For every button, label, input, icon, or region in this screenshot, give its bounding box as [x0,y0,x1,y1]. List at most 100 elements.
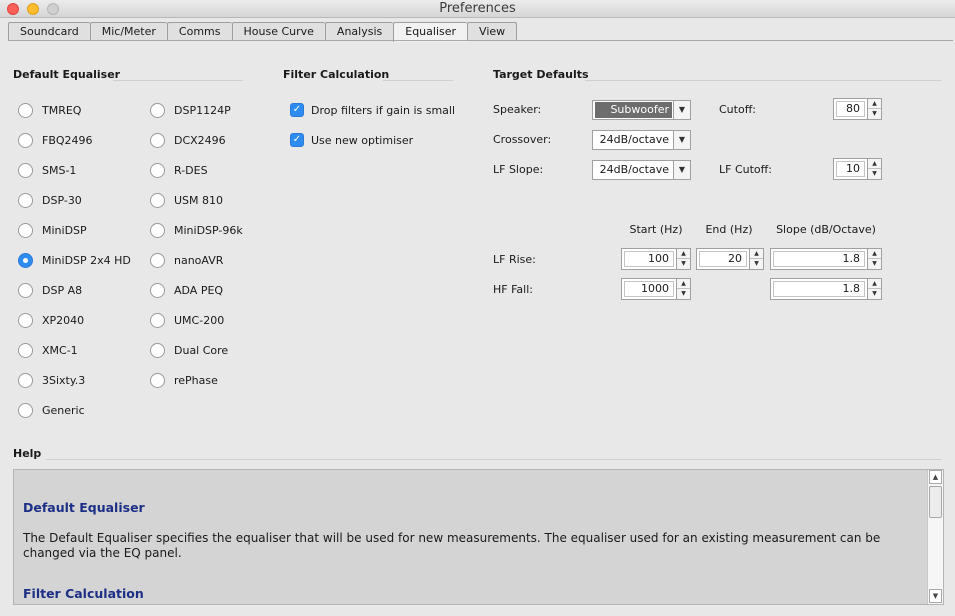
lf-cutoff-field[interactable]: 10 [836,161,865,177]
default-equaliser-title: Default Equaliser [13,68,121,81]
use-optimiser-checkbox[interactable]: ✓ [290,133,304,147]
radio-button[interactable] [18,402,33,418]
crossover-select[interactable]: 24dB/octave ▼ [592,130,691,150]
radio-button[interactable] [150,132,165,148]
radio-button[interactable] [18,252,33,268]
equaliser-option-rephase[interactable]: rePhase [150,371,218,389]
tab-view[interactable]: View [467,22,518,41]
help-panel: Default Equaliser The Default Equaliser … [13,469,944,605]
scroll-up-icon[interactable]: ▲ [929,470,942,484]
scroll-thumb[interactable] [929,486,942,518]
target-defaults-separator [585,80,942,81]
radio-button[interactable] [150,102,165,118]
radio-button[interactable] [18,342,33,358]
radio-button[interactable] [18,162,33,178]
radio-button[interactable] [18,192,33,208]
chevron-down-icon[interactable]: ▼ [673,101,690,119]
lf-cutoff-spinner[interactable]: 10 ▲ ▼ [833,158,882,180]
equaliser-option-dsp-30[interactable]: DSP-30 [18,191,82,209]
radio-button[interactable] [18,282,33,298]
equaliser-option-xmc-1[interactable]: XMC-1 [18,341,78,359]
radio-button[interactable] [150,252,165,268]
radio-button[interactable] [150,192,165,208]
tab-comms[interactable]: Comms [166,22,232,41]
drop-filters-checkbox[interactable]: ✓ [290,103,304,117]
chevron-down-icon[interactable]: ▼ [673,131,690,149]
increment-icon[interactable]: ▲ [677,249,690,259]
increment-icon[interactable]: ▲ [868,279,881,289]
decrement-icon[interactable]: ▼ [868,259,881,269]
hf-fall-slope-field[interactable]: 1.8 [773,281,865,297]
decrement-icon[interactable]: ▼ [677,289,690,299]
increment-icon[interactable]: ▲ [868,99,881,109]
help-scrollbar[interactable]: ▲ ▼ [927,470,943,604]
radio-button[interactable] [150,312,165,328]
increment-icon[interactable]: ▲ [868,249,881,259]
radio-button[interactable] [150,372,165,388]
equaliser-option-dual-core[interactable]: Dual Core [150,341,228,359]
equaliser-option-label: DSP A8 [42,283,83,297]
tab-equaliser[interactable]: Equaliser [393,22,468,42]
target-defaults-title: Target Defaults [493,68,589,81]
lf-rise-slope-field[interactable]: 1.8 [773,251,865,267]
equaliser-option-generic[interactable]: Generic [18,401,85,419]
decrement-icon[interactable]: ▼ [868,109,881,119]
radio-button[interactable] [18,132,33,148]
equaliser-option-usm-810[interactable]: USM 810 [150,191,223,209]
radio-button[interactable] [18,312,33,328]
decrement-icon[interactable]: ▼ [868,289,881,299]
speaker-select[interactable]: Subwoofer ▼ [592,100,691,120]
radio-button[interactable] [18,102,33,118]
radio-button[interactable] [150,162,165,178]
drop-filters-option[interactable]: ✓ Drop filters if gain is small [290,101,455,119]
decrement-icon[interactable]: ▼ [868,169,881,179]
equaliser-option-minidsp-96k[interactable]: MiniDSP-96k [150,221,243,239]
increment-icon[interactable]: ▲ [677,279,690,289]
lf-rise-start-field[interactable]: 100 [624,251,674,267]
hf-fall-start-spinner[interactable]: 1000 ▲ ▼ [621,278,691,300]
drop-filters-label: Drop filters if gain is small [311,103,456,117]
tab-soundcard[interactable]: Soundcard [8,22,90,41]
lf-rise-start-spinner[interactable]: 100 ▲ ▼ [621,248,691,270]
lf-slope-select[interactable]: 24dB/octave ▼ [592,160,691,180]
cutoff-spinner[interactable]: 80 ▲ ▼ [833,98,882,120]
equaliser-option-tmreq[interactable]: TMREQ [18,101,81,119]
hf-fall-slope-spinner[interactable]: 1.8 ▲ ▼ [770,278,882,300]
end-hz-header: End (Hz) [705,223,753,236]
equaliser-option-dsp1124p[interactable]: DSP1124P [150,101,231,119]
equaliser-option-umc-200[interactable]: UMC-200 [150,311,224,329]
radio-button[interactable] [150,342,165,358]
scroll-down-icon[interactable]: ▼ [929,589,942,603]
chevron-down-icon[interactable]: ▼ [673,161,690,179]
equaliser-option-minidsp[interactable]: MiniDSP [18,221,87,239]
equaliser-option-label: TMREQ [42,103,82,117]
equaliser-option-r-des[interactable]: R-DES [150,161,208,179]
equaliser-option-ada-peq[interactable]: ADA PEQ [150,281,223,299]
equaliser-option-minidsp-2x4-hd[interactable]: MiniDSP 2x4 HD [18,251,131,269]
tab-analysis[interactable]: Analysis [324,22,394,41]
tab-house-curve[interactable]: House Curve [231,22,325,41]
radio-button[interactable] [150,222,165,238]
lf-rise-end-spinner[interactable]: 20 ▲ ▼ [696,248,764,270]
increment-icon[interactable]: ▲ [868,159,881,169]
tab-mic-meter[interactable]: Mic/Meter [89,22,167,41]
radio-button[interactable] [18,222,33,238]
hf-fall-start-field[interactable]: 1000 [624,281,674,297]
equaliser-option-dsp-a8[interactable]: DSP A8 [18,281,82,299]
lf-rise-slope-spinner[interactable]: 1.8 ▲ ▼ [770,248,882,270]
equaliser-option-xp2040[interactable]: XP2040 [18,311,84,329]
equaliser-option-label: nanoAVR [174,253,224,267]
decrement-icon[interactable]: ▼ [750,259,763,269]
cutoff-field[interactable]: 80 [836,101,865,117]
equaliser-option-fbq2496[interactable]: FBQ2496 [18,131,93,149]
lf-rise-end-field[interactable]: 20 [699,251,747,267]
equaliser-option-3sixty-3[interactable]: 3Sixty.3 [18,371,85,389]
radio-button[interactable] [18,372,33,388]
decrement-icon[interactable]: ▼ [677,259,690,269]
use-optimiser-option[interactable]: ✓ Use new optimiser [290,131,413,149]
increment-icon[interactable]: ▲ [750,249,763,259]
equaliser-option-nanoavr[interactable]: nanoAVR [150,251,223,269]
equaliser-option-dcx2496[interactable]: DCX2496 [150,131,226,149]
radio-button[interactable] [150,282,165,298]
equaliser-option-sms-1[interactable]: SMS-1 [18,161,76,179]
